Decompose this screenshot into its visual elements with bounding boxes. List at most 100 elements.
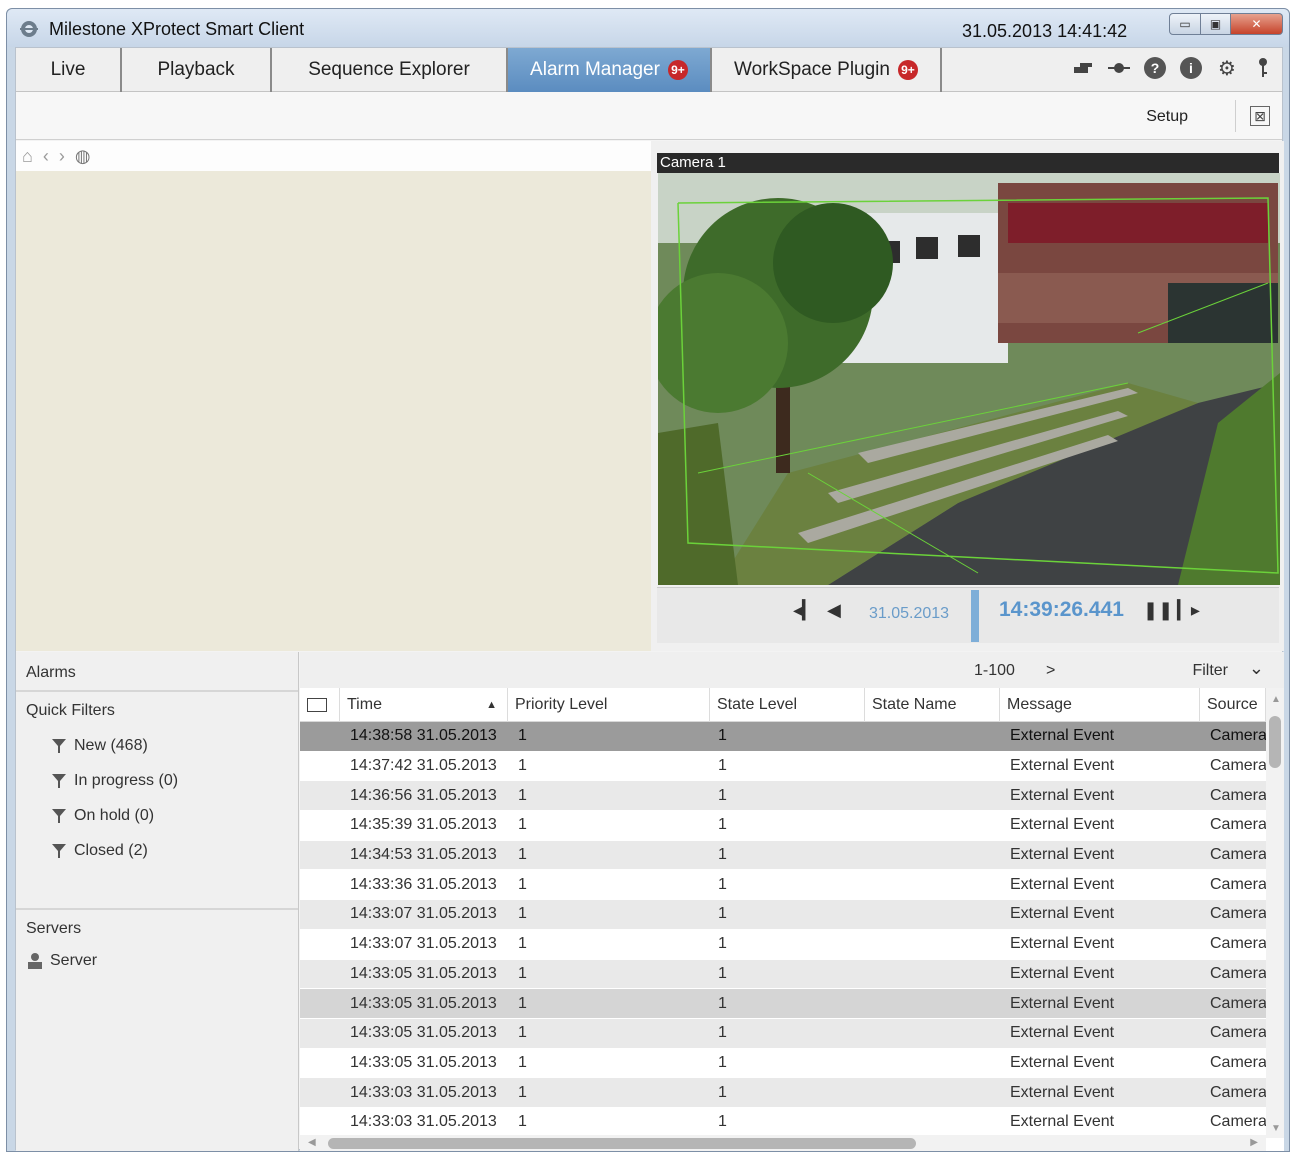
app-logo-icon	[20, 21, 38, 37]
state-level-cell: 1	[718, 1053, 727, 1071]
table-row[interactable]: 14:37:42 31.05.2013 1 1 External Event Camer…	[300, 752, 1266, 782]
message-cell: External Event	[1010, 816, 1115, 834]
scrollbar-thumb[interactable]	[328, 1138, 916, 1149]
column-header-source[interactable]: Source	[1200, 688, 1266, 722]
state-level-cell: 1	[718, 786, 727, 804]
list-toolbar: 1-100 > Filter ⌄	[300, 652, 1284, 688]
column-label: State Level	[717, 696, 798, 713]
table-row[interactable]: 14:38:58 31.05.2013 1 1 External Event Camer…	[300, 722, 1266, 752]
column-label: State Name	[872, 696, 957, 713]
message-cell: External Event	[1010, 846, 1115, 864]
table-row[interactable]: 14:33:05 31.05.2013 1 1 External Event Camer…	[300, 1018, 1266, 1049]
scroll-left-icon[interactable]: ◀	[308, 1137, 316, 1148]
row-icon-cell	[300, 781, 340, 810]
time-cell: 14:34:53 31.05.2013	[350, 846, 497, 864]
back-icon[interactable]: ‹	[43, 146, 49, 167]
horizontal-scrollbar[interactable]: ◀ ▶	[300, 1135, 1266, 1151]
pin-icon[interactable]	[1108, 57, 1130, 79]
tab-playback[interactable]: Playback	[122, 48, 272, 92]
table-row[interactable]: 14:33:05 31.05.2013 1 1 External Event Camer…	[300, 1049, 1266, 1079]
server-item[interactable]: Server	[16, 946, 298, 976]
tab-alarm-manager[interactable]: Alarm Manager 9+	[508, 48, 712, 92]
playback-date: 31.05.2013	[869, 605, 950, 622]
filter-on-hold[interactable]: On hold (0)	[16, 798, 298, 833]
camera-video[interactable]	[658, 173, 1280, 585]
main-tabs: Live Playback Sequence Explorer Alarm Ma…	[16, 48, 1282, 92]
row-icon-cell	[300, 930, 340, 959]
table-row[interactable]: 14:33:03 31.05.2013 1 1 External Event Camer…	[300, 1078, 1266, 1108]
column-header-priority-level[interactable]: Priority Level	[508, 688, 710, 722]
client-area: Live Playback Sequence Explorer Alarm Ma…	[15, 47, 1284, 1151]
filter-in-progress[interactable]: In progress (0)	[16, 763, 298, 798]
state-level-cell: 1	[718, 1113, 727, 1131]
state-name-cell	[865, 781, 1000, 810]
table-row[interactable]: 14:35:39 31.05.2013 1 1 External Event Camer…	[300, 811, 1266, 841]
column-header-state-name[interactable]: State Name	[865, 688, 1000, 722]
table-row[interactable]: 14:33:05 31.05.2013 1 1 External Event Camer…	[300, 959, 1266, 990]
scroll-up-icon[interactable]: ▲	[1271, 694, 1281, 705]
key-icon[interactable]	[1252, 57, 1274, 79]
camera-pane: Camera 1 ◂▎ ◀ 31.05.2013 14:39:26.441 ❚❚…	[651, 141, 1284, 651]
fullscreen-icon[interactable]: ⊠	[1250, 106, 1270, 126]
priority-cell: 1	[518, 1113, 527, 1131]
filter-closed[interactable]: Closed (2)	[16, 833, 298, 868]
source-cell: Camera	[1210, 1113, 1266, 1131]
close-button[interactable]: ✕	[1231, 13, 1283, 35]
tab-workspace-plugin[interactable]: WorkSpace Plugin 9+	[712, 48, 942, 92]
home-icon[interactable]: ⌂	[22, 146, 33, 167]
globe-icon[interactable]: ◍	[75, 146, 91, 167]
next-page-button[interactable]: >	[1046, 662, 1055, 680]
message-cell: External Event	[1010, 935, 1115, 953]
column-header-message[interactable]: Message	[1000, 688, 1200, 722]
state-level-cell: 1	[718, 875, 727, 893]
timeline-marker[interactable]	[971, 590, 979, 642]
column-header-state-level[interactable]: State Level	[710, 688, 865, 722]
restore-button[interactable]: ▣	[1201, 13, 1231, 35]
scroll-down-icon[interactable]: ▼	[1271, 1123, 1281, 1134]
table-row[interactable]: 14:33:07 31.05.2013 1 1 External Event Camer…	[300, 930, 1266, 960]
priority-cell: 1	[518, 964, 527, 982]
state-level-cell: 1	[718, 727, 727, 745]
filter-label: In progress (0)	[74, 771, 179, 789]
map-pane[interactable]: ⌂ ‹ › ◍	[16, 141, 651, 651]
tab-label: Alarm Manager	[530, 59, 660, 80]
table-row[interactable]: 14:33:03 31.05.2013 1 1 External Event Camer…	[300, 1108, 1266, 1138]
table-row[interactable]: 14:33:05 31.05.2013 1 1 External Event Camer…	[300, 989, 1266, 1019]
table-row[interactable]: 14:33:07 31.05.2013 1 1 External Event Camer…	[300, 900, 1266, 930]
state-level-cell: 1	[718, 846, 727, 864]
minimize-button[interactable]: ▭	[1169, 13, 1201, 35]
message-cell: External Event	[1010, 994, 1115, 1012]
source-cell: Camera	[1210, 727, 1266, 745]
next-frame-icon[interactable]: ▎▸	[1177, 600, 1200, 621]
table-row[interactable]: 14:33:36 31.05.2013 1 1 External Event Camer…	[300, 870, 1266, 901]
switch-icon[interactable]	[1072, 57, 1094, 79]
priority-cell: 1	[518, 786, 527, 804]
gear-icon[interactable]: ⚙	[1216, 57, 1238, 80]
filter-new[interactable]: New (468)	[16, 728, 298, 763]
scroll-right-icon[interactable]: ▶	[1250, 1137, 1258, 1148]
state-name-cell	[865, 841, 1000, 870]
chevron-down-icon[interactable]: ⌄	[1249, 658, 1264, 679]
pause-icon[interactable]: ❚❚	[1143, 600, 1173, 621]
previous-frame-icon[interactable]: ◂▎	[793, 600, 816, 621]
column-header-time[interactable]: Time ▲	[340, 688, 508, 722]
vertical-scrollbar[interactable]: ▲ ▼	[1266, 688, 1284, 1138]
tab-sequence-explorer[interactable]: Sequence Explorer	[272, 48, 508, 92]
table-row[interactable]: 14:36:56 31.05.2013 1 1 External Event Camer…	[300, 781, 1266, 812]
source-cell: Camera	[1210, 935, 1266, 953]
table-row[interactable]: 14:34:53 31.05.2013 1 1 External Event Camer…	[300, 840, 1266, 871]
row-icon-cell	[300, 811, 340, 840]
state-name-cell	[865, 930, 1000, 959]
help-icon[interactable]: ?	[1144, 57, 1166, 79]
time-cell: 14:36:56 31.05.2013	[350, 786, 497, 804]
setup-button[interactable]: Setup	[1146, 108, 1188, 126]
server-icon	[28, 953, 42, 969]
info-icon[interactable]: i	[1180, 57, 1202, 79]
tab-live[interactable]: Live	[16, 48, 122, 92]
quick-filters-heading: Quick Filters	[26, 702, 115, 719]
scrollbar-thumb[interactable]	[1269, 716, 1281, 768]
play-reverse-icon[interactable]: ◀	[827, 600, 841, 621]
forward-icon[interactable]: ›	[59, 146, 65, 167]
filter-button[interactable]: Filter	[1192, 662, 1228, 680]
column-header-image[interactable]	[300, 688, 340, 722]
